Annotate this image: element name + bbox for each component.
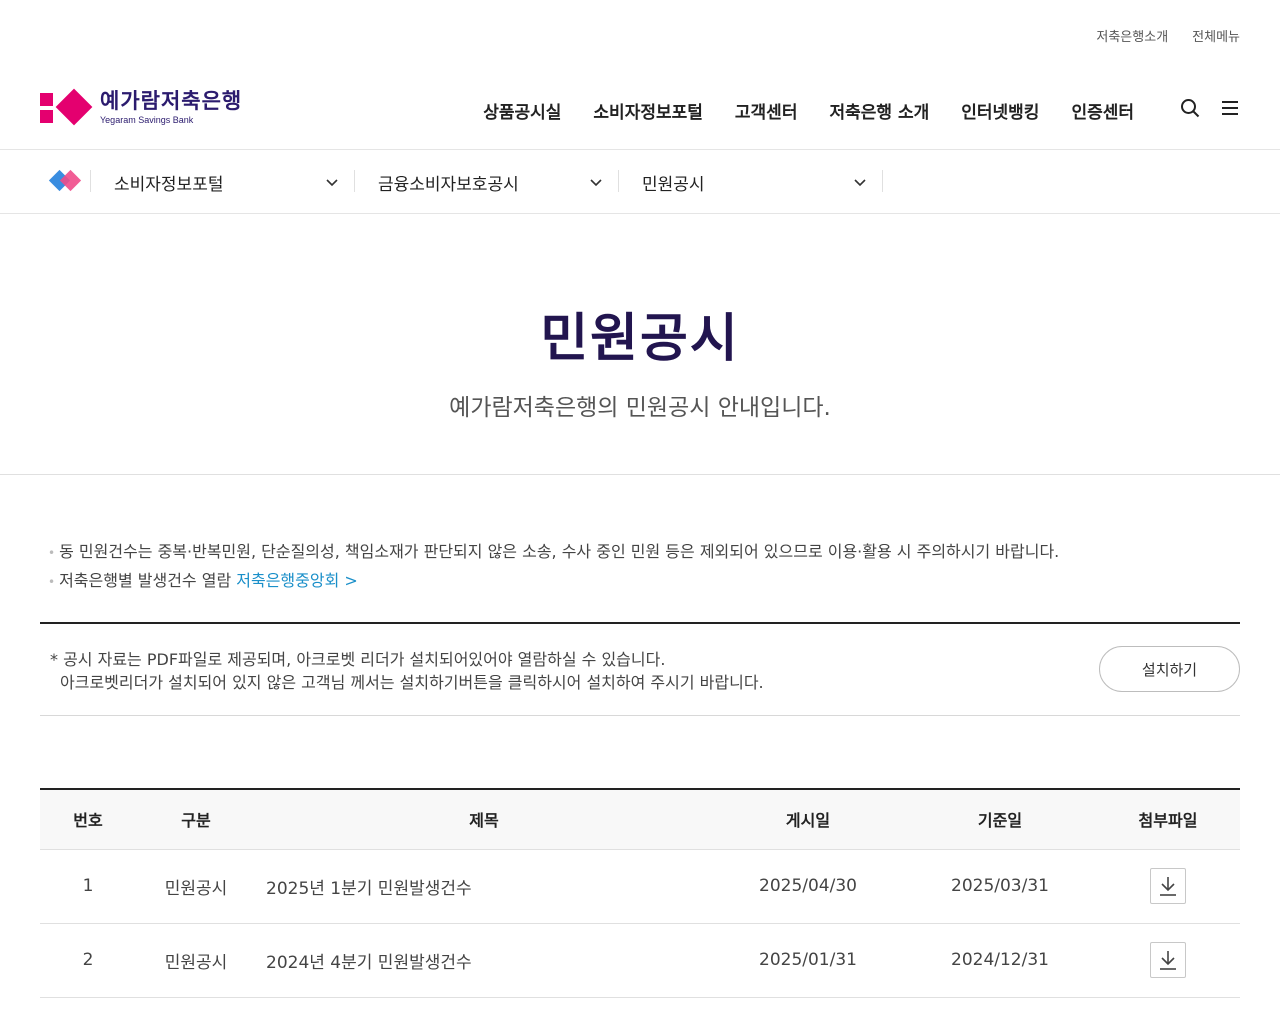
bullet-icon: • — [48, 575, 56, 589]
nav-item-consumer-portal[interactable]: 소비자정보포털 — [593, 98, 702, 123]
subnav-dropdown-complaints[interactable]: 민원공시 — [642, 150, 866, 214]
bullet-icon: • — [48, 546, 56, 560]
table-header-row: 번호 구분 제목 게시일 기준일 첨부파일 — [40, 789, 1240, 850]
nav-item-internet-banking[interactable]: 인터넷뱅킹 — [961, 98, 1039, 123]
nav-item-customer-center[interactable]: 고객센터 — [735, 98, 798, 123]
cell-no: 2 — [40, 923, 136, 998]
cell-title: 2025년 1분기 민원발생건수 — [256, 849, 712, 924]
chevron-down-icon — [326, 179, 338, 187]
chevron-down-icon — [854, 179, 866, 187]
cell-file — [1096, 923, 1240, 998]
col-header-type: 구분 — [136, 789, 256, 850]
cell-no: 1 — [40, 849, 136, 924]
col-header-base: 기준일 — [904, 789, 1096, 850]
col-header-no: 번호 — [40, 789, 136, 850]
chevron-down-icon — [590, 179, 602, 187]
nav-item-cert-center[interactable]: 인증센터 — [1071, 98, 1134, 123]
cell-type: 민원공시 — [136, 849, 256, 924]
pdf-info-line1: * 공시 자료는 PDF파일로 제공되며, 아크로벳 리더가 설치되어있어야 열… — [50, 650, 666, 669]
page-heading: 민원공시 예가람저축은행의 민원공시 안내입니다. — [0, 214, 1280, 475]
main-nav: 상품공시실 소비자정보포털 고객센터 저축은행 소개 인터넷뱅킹 인증센터 — [483, 98, 1134, 123]
util-link-allmenu[interactable]: 전체메뉴 — [1192, 26, 1240, 45]
nav-item-products[interactable]: 상품공시실 — [483, 98, 561, 123]
cell-title: 2024년 4분기 민원발생건수 — [256, 923, 712, 998]
divider — [618, 170, 619, 192]
subnav-dropdown-consumer-portal[interactable]: 소비자정보포털 — [114, 150, 338, 214]
logo-mark-icon — [40, 88, 93, 128]
install-acrobat-button[interactable]: 설치하기 — [1099, 646, 1240, 692]
subnav-label: 민원공시 — [642, 174, 705, 195]
download-icon[interactable] — [1150, 942, 1186, 978]
pdf-info-line2: 아크로벳리더가 설치되어 있지 않은 고객님 께서는 설치하기버튼을 클릭하시어… — [60, 673, 764, 692]
notice-item: • 저축은행별 발생건수 열람 저축은행중앙회 > — [48, 567, 1059, 596]
cell-posted: 2025/01/31 — [712, 923, 904, 998]
subnav-dropdown-protection[interactable]: 금융소비자보호공시 — [378, 150, 602, 214]
nav-item-about[interactable]: 저축은행 소개 — [829, 98, 929, 123]
col-header-posted: 게시일 — [712, 789, 904, 850]
search-icon[interactable] — [1180, 98, 1200, 118]
breadcrumb-nav: 소비자정보포털 금융소비자보호공시 민원공시 — [0, 150, 1280, 214]
cell-posted: 2025/04/30 — [712, 849, 904, 924]
table-row: 1 민원공시 2025년 1분기 민원발생건수 2025/04/30 2025/… — [40, 849, 1240, 924]
notice-text: 동 민원건수는 중복·반복민원, 단순질의성, 책임소재가 판단되지 않은 소송… — [59, 542, 1060, 561]
cell-type: 민원공시 — [136, 923, 256, 998]
cell-base: 2025/03/31 — [904, 849, 1096, 924]
notice-item: • 동 민원건수는 중복·반복민원, 단순질의성, 책임소재가 판단되지 않은 소… — [48, 538, 1059, 567]
header: 예가람저축은행 Yegaram Savings Bank 상품공시실 소비자정보… — [0, 80, 1280, 150]
utility-bar: 저축은행소개 전체메뉴 — [1096, 26, 1240, 45]
logo-text: 예가람저축은행 Yegaram Savings Bank — [100, 91, 242, 125]
logo[interactable]: 예가람저축은행 Yegaram Savings Bank — [40, 88, 242, 128]
col-header-file: 첨부파일 — [1096, 789, 1240, 850]
cell-base: 2024/12/31 — [904, 923, 1096, 998]
divider — [90, 170, 91, 192]
notice-list: • 동 민원건수는 중복·반복민원, 단순질의성, 책임소재가 판단되지 않은 소… — [48, 538, 1059, 596]
cell-file — [1096, 849, 1240, 924]
subnav-label: 금융소비자보호공시 — [378, 174, 519, 195]
complaints-table: 번호 구분 제목 게시일 기준일 첨부파일 1 민원공시 2025년 1분기 민… — [40, 788, 1240, 998]
pdf-info-box: * 공시 자료는 PDF파일로 제공되며, 아크로벳 리더가 설치되어있어야 열… — [40, 622, 1240, 716]
download-icon[interactable] — [1150, 868, 1186, 904]
hamburger-menu-icon[interactable] — [1220, 98, 1240, 118]
header-icons — [1180, 98, 1240, 118]
page-title: 민원공시 — [540, 309, 740, 369]
page-subtitle: 예가람저축은행의 민원공시 안내입니다. — [449, 395, 831, 421]
logo-name-en: Yegaram Savings Bank — [100, 115, 194, 125]
divider — [882, 170, 883, 192]
col-header-title: 제목 — [256, 789, 712, 850]
fsb-association-link[interactable]: 저축은행중앙회 > — [236, 571, 358, 590]
home-icon[interactable] — [48, 169, 88, 192]
subnav-label: 소비자정보포털 — [114, 174, 224, 195]
util-link-about[interactable]: 저축은행소개 — [1096, 26, 1168, 45]
logo-name-ko: 예가람저축은행 — [100, 89, 243, 113]
divider — [354, 170, 355, 192]
table-row: 2 민원공시 2024년 4분기 민원발생건수 2025/01/31 2024/… — [40, 923, 1240, 998]
notice-text: 저축은행별 발생건수 열람 — [59, 571, 232, 590]
